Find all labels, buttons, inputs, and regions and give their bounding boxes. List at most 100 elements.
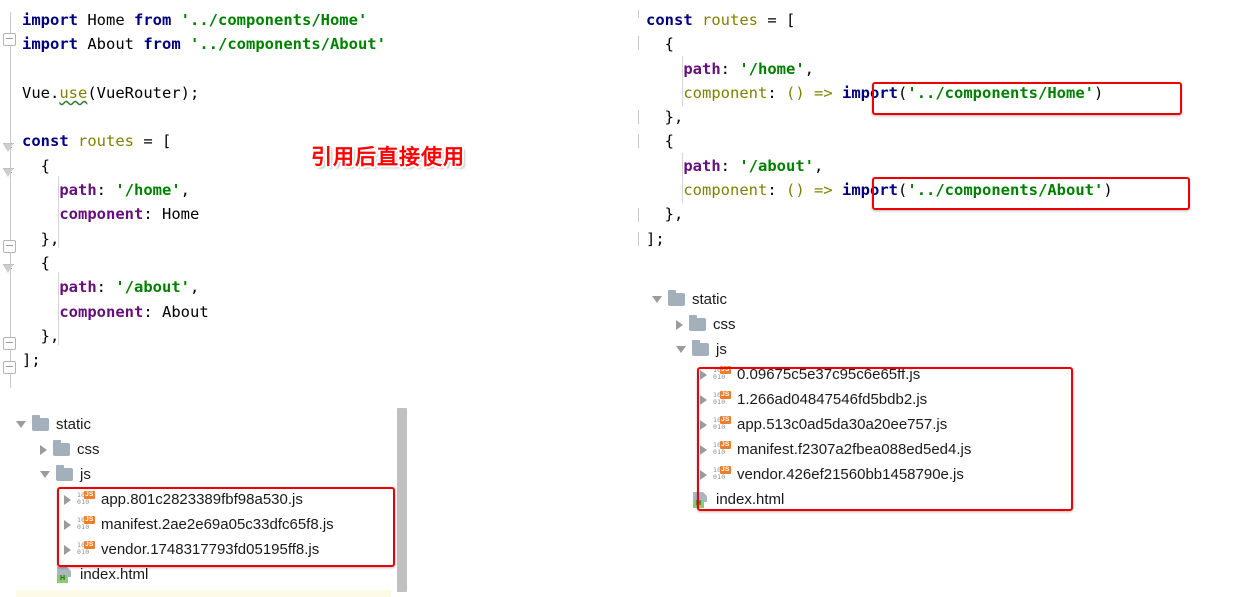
tree-row[interactable]: 10 010 JS 1.266ad04847546fd5bdb2.js	[652, 387, 1082, 412]
code-token: path	[59, 181, 97, 200]
chevron-down-icon[interactable]	[652, 296, 662, 303]
right-editor-gutter[interactable]	[636, 0, 646, 260]
left-code-editor[interactable]: import Home from '../components/Home' imp…	[0, 8, 642, 372]
code-token: Home	[78, 11, 134, 29]
right-code-editor[interactable]: const routes = [ { path: '/home', compon…	[640, 8, 1246, 251]
code-token: import	[842, 181, 899, 200]
tree-row-label: js	[716, 341, 727, 358]
tree-row[interactable]: Hindex.html	[16, 562, 386, 587]
chevron-right-icon[interactable]	[676, 319, 683, 330]
code-line: },	[646, 105, 1246, 129]
tree-row-label: vendor.1748317793fd05195ff8.js	[101, 541, 320, 558]
code-token: use	[59, 83, 88, 102]
code-token: = [	[134, 132, 172, 151]
chevron-down-icon[interactable]	[16, 421, 26, 428]
tree-row[interactable]: 10 010 JS vendor.426ef21560bb1458790e.js	[652, 462, 1082, 487]
code-line: import About from '../components/About'	[22, 32, 642, 56]
tree-row[interactable]: Hindex.html	[652, 487, 1082, 512]
tree-row[interactable]: 10 010 JS app.801c2823389fbf98a530.js	[16, 487, 386, 512]
code-token: },	[664, 205, 684, 224]
chevron-down-icon[interactable]	[676, 346, 686, 353]
indent-guide-route-1	[58, 272, 59, 345]
folder-icon	[692, 340, 709, 356]
tree-row[interactable]: static	[652, 287, 1082, 312]
tree-row-label: static	[692, 291, 728, 308]
folder-icon	[668, 290, 685, 306]
tree-row[interactable]: 10 010 JS manifest.2ae2e69a05c33dfc65f8.js	[16, 512, 386, 537]
tree-row[interactable]: js	[652, 337, 1082, 362]
tree-row[interactable]: 10 010 JS vendor.1748317793fd05195ff8.js	[16, 537, 386, 562]
code-line: const routes = [	[646, 8, 1246, 32]
chevron-right-icon[interactable]	[700, 469, 707, 480]
code-token: '../components/About'	[190, 35, 386, 54]
chevron-right-icon[interactable]	[700, 394, 707, 405]
code-token: (	[898, 83, 908, 102]
folder-icon	[689, 315, 706, 331]
code-line: path: '/about',	[22, 275, 642, 299]
tree-row-label: css	[713, 316, 736, 333]
js-file-icon: 10 010 JS	[77, 491, 95, 506]
code-token: component	[683, 83, 768, 102]
code-token: component	[59, 205, 144, 224]
chevron-right-icon[interactable]	[64, 544, 71, 555]
code-token: {	[40, 253, 51, 272]
tree-row[interactable]: 10 010 JS 0.09675c5e37c95c6e65ff.js	[652, 362, 1082, 387]
chevron-right-icon[interactable]	[700, 419, 707, 430]
fold-handle-route-1-end[interactable]	[3, 337, 18, 352]
code-token: const	[22, 132, 69, 151]
tree-row[interactable]: css	[16, 437, 386, 462]
code-token: import	[22, 35, 78, 54]
tree-row-label: 0.09675c5e37c95c6e65ff.js	[737, 366, 921, 383]
fold-handle-import[interactable]	[3, 33, 18, 48]
left-editor-gutter[interactable]	[0, 0, 24, 400]
code-token: import	[842, 83, 899, 102]
code-token: },	[40, 229, 60, 248]
tree-row[interactable]: css	[652, 312, 1082, 337]
code-token: path	[683, 59, 721, 78]
tree-row[interactable]: 10 010 JS app.513c0ad5da30a20ee757.js	[652, 412, 1082, 437]
code-token: routes	[78, 132, 135, 151]
chevron-right-icon[interactable]	[64, 519, 71, 530]
code-token: Vue.	[22, 83, 60, 102]
left-build-tree[interactable]: static css js 10 010 JS app.801c2823389fbf98a5…	[16, 412, 386, 587]
tree-row[interactable]: static	[16, 412, 386, 437]
code-token: :	[767, 83, 786, 102]
code-token: :	[96, 181, 116, 200]
fold-handle-route-0[interactable]	[3, 168, 18, 183]
code-token: ,	[189, 278, 200, 297]
fold-handle-route-1[interactable]	[3, 264, 18, 279]
chevron-right-icon[interactable]	[700, 369, 707, 380]
fold-handle-route-0-end[interactable]	[3, 240, 18, 255]
code-line: {	[646, 32, 1246, 56]
fold-handle-routes[interactable]	[3, 143, 18, 158]
tree-row-label: css	[77, 441, 100, 458]
js-file-icon: 10 010 JS	[77, 541, 95, 556]
fold-handle-array-end[interactable]	[3, 361, 18, 376]
code-line: component: () => import('../components/H…	[646, 81, 1246, 105]
code-line: component: () => import('../components/A…	[646, 178, 1246, 202]
code-token: About	[78, 35, 144, 54]
chevron-right-icon[interactable]	[700, 444, 707, 455]
code-line: },	[22, 227, 642, 251]
tree-row[interactable]: 10 010 JS manifest.f2307a2fbea088ed5ed4.js	[652, 437, 1082, 462]
chevron-right-icon[interactable]	[40, 444, 47, 455]
left-tree-scrollbar[interactable]	[397, 408, 407, 592]
chevron-down-icon[interactable]	[40, 471, 50, 478]
tree-row[interactable]: js	[16, 462, 386, 487]
right-build-tree[interactable]: static css js 10 010 JS 0.09675c5e37c95c6e65ff…	[652, 287, 1082, 512]
html-file-icon: H	[56, 566, 74, 583]
code-token: '/home'	[115, 181, 181, 200]
chevron-right-icon[interactable]	[64, 494, 71, 505]
code-token: ];	[646, 229, 665, 248]
